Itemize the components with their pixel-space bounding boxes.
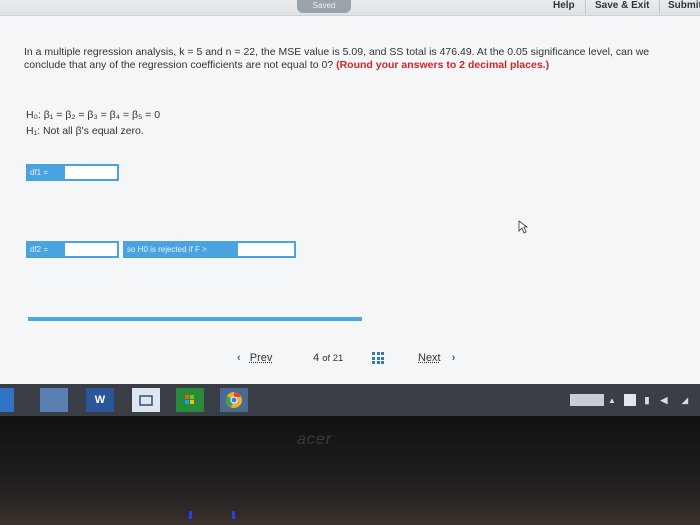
start-icon[interactable]: [0, 388, 14, 412]
status-led: [189, 511, 192, 519]
folder-icon: [139, 395, 153, 406]
mouse-cursor-icon: [518, 220, 528, 234]
chevron-up-icon[interactable]: ▲: [606, 388, 618, 412]
top-toolbar: Saved Help Save & Exit Submit: [0, 0, 700, 16]
battery-icon[interactable]: ▮: [642, 388, 652, 412]
prev-label: Prev: [249, 352, 273, 364]
help-link[interactable]: Help: [553, 0, 575, 12]
page-total: of 21: [322, 353, 344, 364]
df1-input[interactable]: [63, 164, 119, 181]
submit-button[interactable]: Submit: [668, 0, 700, 12]
reject-region-label: so H0 is rejected if F >: [123, 241, 237, 258]
wifi-icon[interactable]: ◢: [678, 388, 692, 412]
save-exit-button[interactable]: Save & Exit: [595, 0, 649, 12]
volume-icon[interactable]: ◀: [658, 388, 670, 412]
prev-button[interactable]: ‹ Prev: [237, 352, 272, 364]
toolbar-divider: [659, 0, 660, 14]
chevron-left-icon: ‹: [237, 352, 241, 364]
chrome-logo-icon: [226, 392, 242, 408]
network-icon[interactable]: [624, 394, 636, 406]
chevron-right-icon: ›: [451, 352, 456, 364]
df2-input[interactable]: [63, 241, 119, 258]
keyboard-icon[interactable]: [570, 394, 604, 406]
file-explorer-icon[interactable]: [132, 388, 160, 412]
question-text: In a multiple regression analysis, k = 5…: [24, 46, 680, 72]
grid-icon[interactable]: [372, 352, 384, 364]
taskbar-app-icon[interactable]: [40, 388, 68, 412]
browser-screen: Saved Help Save & Exit Submit In a multi…: [0, 0, 700, 384]
word-icon[interactable]: W: [86, 388, 114, 412]
acer-logo: acer: [297, 431, 333, 448]
df1-label: df1 =: [26, 164, 64, 181]
status-led: [232, 511, 235, 519]
laptop-bezel: [0, 416, 700, 525]
page-current: 4: [313, 352, 320, 364]
chrome-icon[interactable]: [220, 388, 248, 412]
progress-bar: [28, 317, 362, 321]
next-button[interactable]: Next ›: [418, 352, 455, 364]
page-indicator: 4 of 21: [313, 352, 343, 364]
store-icon[interactable]: [176, 388, 204, 412]
alt-hypothesis: H₁: Not all β's equal zero.: [26, 125, 144, 137]
f-critical-input[interactable]: [236, 241, 296, 258]
saved-indicator: Saved: [297, 0, 351, 13]
hypotheses: H₀: β₁ = β₂ = β₃ = β₄ = β₅ = 0 H₁: Not a…: [26, 107, 160, 139]
next-label: Next: [418, 352, 441, 364]
df2-label: df2 =: [26, 241, 64, 258]
windows-store-icon: [185, 395, 194, 404]
toolbar-divider: [585, 0, 586, 14]
rounding-instruction: (Round your answers to 2 decimal places.…: [336, 59, 550, 71]
windows-taskbar: W ▲ ▮ ◀ ◢: [0, 384, 700, 416]
null-hypothesis: H₀: β₁ = β₂ = β₃ = β₄ = β₅ = 0: [26, 109, 161, 121]
